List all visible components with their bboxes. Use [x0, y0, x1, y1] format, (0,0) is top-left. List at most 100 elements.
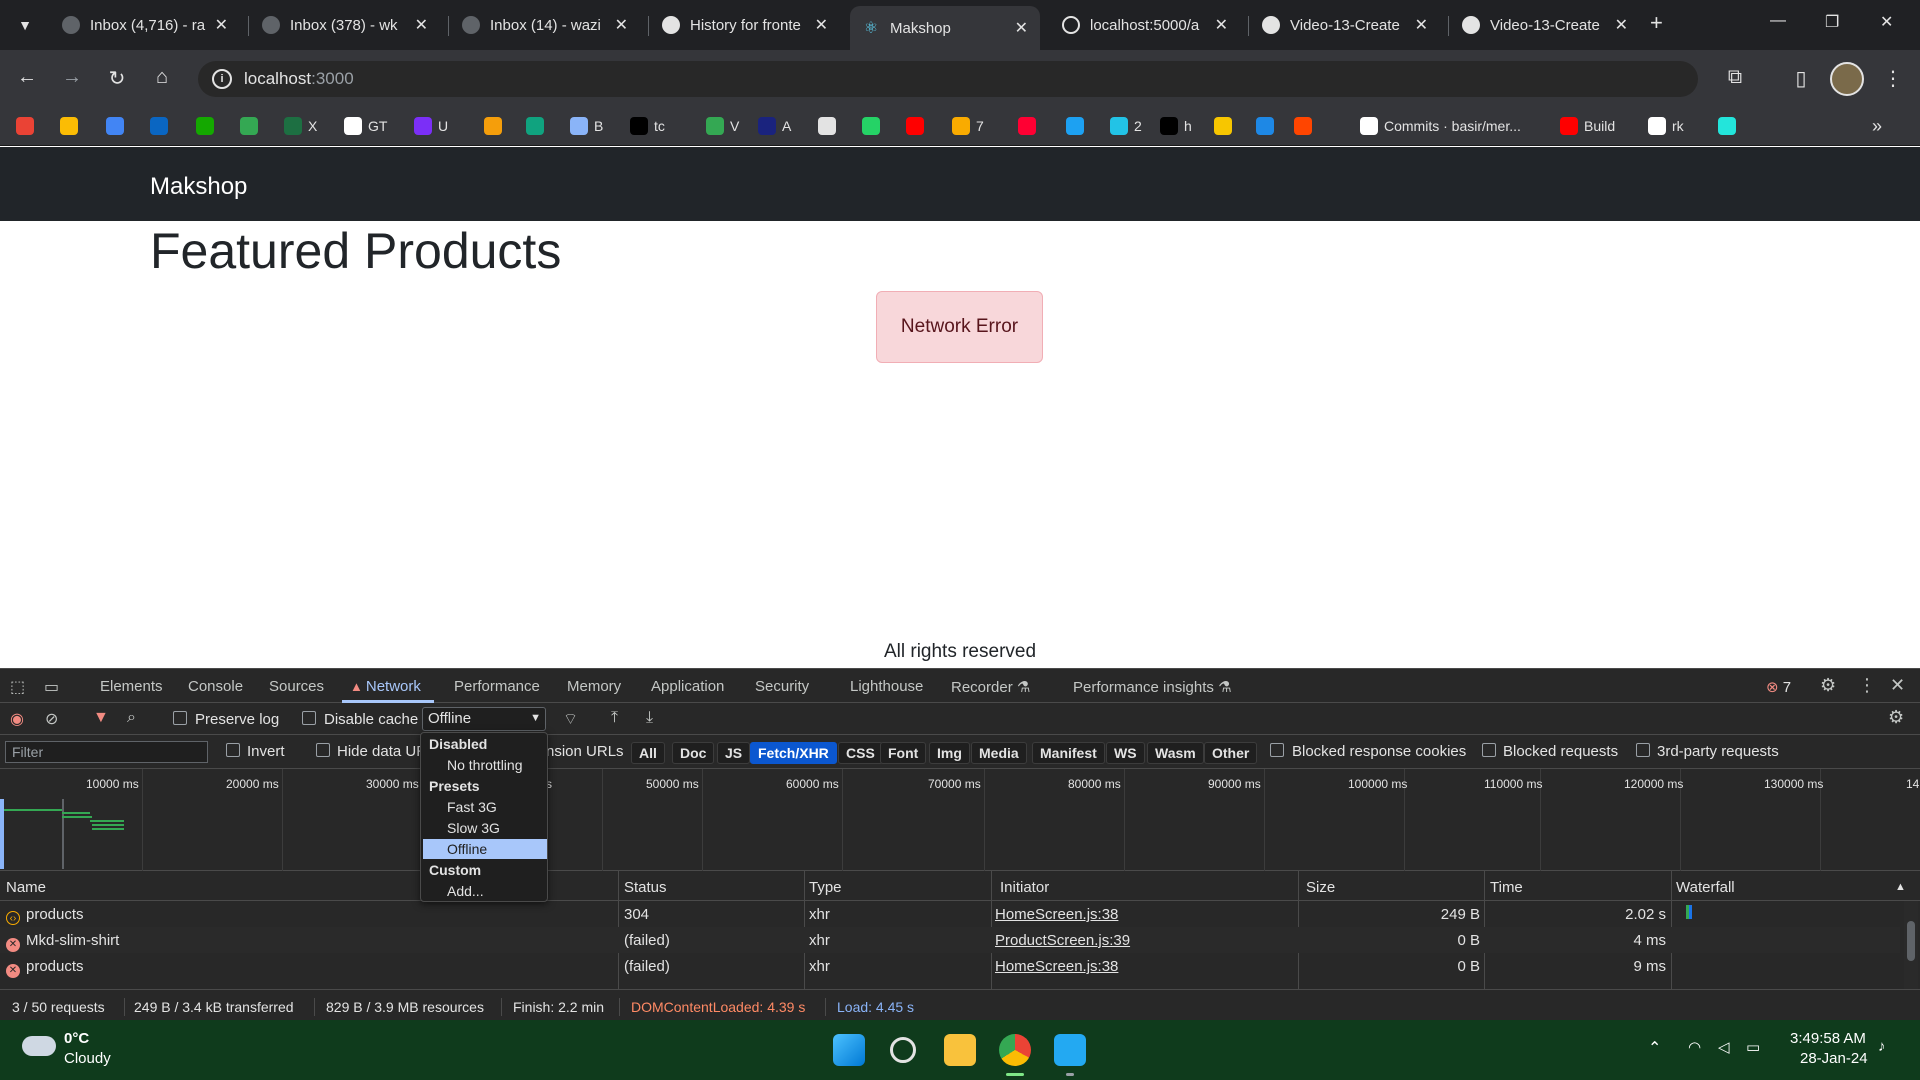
chip-font[interactable]: Font — [880, 742, 927, 764]
search-icon[interactable]: ⌕ — [127, 709, 136, 727]
bookmark-item[interactable] — [16, 116, 40, 136]
chip-all[interactable]: All — [631, 742, 665, 764]
home-icon[interactable]: ⌂ — [149, 66, 175, 89]
bookmark-item[interactable]: h — [1160, 116, 1192, 136]
chrome-icon[interactable] — [999, 1034, 1031, 1066]
devtools-tab-console[interactable]: Console — [188, 678, 243, 695]
third-party-checkbox[interactable] — [1636, 743, 1650, 757]
close-icon[interactable]: ✕ — [215, 15, 228, 35]
bookmark-item[interactable] — [196, 116, 220, 136]
filter-funnel-icon[interactable]: ▼ — [93, 709, 109, 727]
devtools-tab-recorder[interactable]: Recorder ⚗ — [951, 678, 1030, 696]
tab-search-button[interactable]: ▼ — [10, 10, 40, 40]
devtools-close-icon[interactable]: ✕ — [1890, 675, 1905, 696]
preserve-log-checkbox[interactable] — [173, 711, 187, 725]
site-brand[interactable]: Makshop — [150, 173, 247, 201]
bookmark-item[interactable]: X — [284, 116, 317, 136]
speaker-icon[interactable]: ◁ — [1718, 1038, 1730, 1056]
reload-icon[interactable]: ↻ — [104, 66, 130, 91]
bookmark-item[interactable] — [862, 116, 886, 136]
chip-media[interactable]: Media — [971, 742, 1027, 764]
profile-avatar[interactable] — [1830, 62, 1864, 96]
menu-item-slow-3g[interactable]: Slow 3G — [447, 820, 500, 836]
bookmark-item[interactable] — [1718, 116, 1742, 136]
new-tab-button[interactable]: + — [1650, 10, 1663, 36]
tab-gmail-1[interactable]: Inbox (4,716) - ra ✕ — [50, 8, 240, 42]
show-hidden-icons-chevron-icon[interactable]: ⌃ — [1648, 1038, 1661, 1058]
menu-item-add[interactable]: Add... — [447, 883, 484, 899]
devtools-tab-application[interactable]: Application — [651, 678, 724, 695]
bookmark-item[interactable] — [1066, 116, 1090, 136]
bookmark-item[interactable]: tc — [630, 116, 665, 136]
site-info-icon[interactable]: i — [212, 69, 232, 89]
restore-icon[interactable]: ❐ — [1825, 12, 1839, 32]
blocked-requests-checkbox[interactable] — [1482, 743, 1496, 757]
windows-start-icon[interactable] — [833, 1034, 865, 1066]
vscode-icon[interactable] — [1054, 1034, 1086, 1066]
bookmark-item[interactable] — [1018, 116, 1042, 136]
device-toolbar-icon[interactable]: ▭ — [44, 677, 59, 697]
chip-js[interactable]: JS — [717, 742, 751, 764]
bookmarks-overflow-chevron-icon[interactable]: » — [1872, 116, 1882, 136]
request-row[interactable]: ‹› products 304 xhr HomeScreen.js:38 249 … — [0, 901, 1900, 927]
network-settings-gear-icon[interactable]: ⚙ — [1888, 707, 1904, 728]
devtools-menu-icon[interactable]: ⋮ — [1858, 675, 1876, 696]
request-row[interactable]: ✕ Mkd-slim-shirt (failed) xhr ProductScre… — [0, 927, 1900, 953]
battery-icon[interactable]: ▭ — [1746, 1038, 1760, 1056]
close-icon[interactable]: ✕ — [415, 15, 428, 35]
clock-date[interactable]: 28-Jan-24 — [1800, 1050, 1868, 1067]
devtools-tab-performance-insights[interactable]: Performance insights ⚗ — [1073, 678, 1232, 696]
request-initiator-link[interactable]: ProductScreen.js:39 — [995, 932, 1130, 949]
side-panel-icon[interactable]: ▯ — [1788, 66, 1814, 91]
hide-data-urls-checkbox[interactable] — [316, 743, 330, 757]
bookmark-item[interactable]: U — [414, 116, 448, 136]
devtools-tab-network[interactable]: ▲ Network — [350, 678, 421, 695]
clear-icon[interactable]: ⊘ — [45, 709, 58, 729]
request-initiator-link[interactable]: HomeScreen.js:38 — [995, 906, 1118, 923]
notification-bell-icon[interactable]: ♪ — [1878, 1038, 1886, 1055]
chip-doc[interactable]: Doc — [672, 742, 715, 764]
cloud-icon[interactable] — [22, 1036, 56, 1056]
bookmark-item[interactable] — [526, 116, 550, 136]
chip-manifest[interactable]: Manifest — [1032, 742, 1105, 764]
extensions-icon[interactable]: ⧉ — [1722, 66, 1748, 89]
column-header-time[interactable]: Time — [1490, 879, 1523, 896]
chip-css[interactable]: CSS — [838, 742, 883, 764]
back-icon[interactable]: ← — [14, 66, 40, 89]
bookmark-item[interactable]: V — [706, 116, 739, 136]
chip-ws[interactable]: WS — [1106, 742, 1145, 764]
close-icon[interactable]: ✕ — [1215, 15, 1228, 35]
bookmark-item[interactable]: Build — [1560, 116, 1615, 136]
request-initiator-link[interactable]: HomeScreen.js:38 — [995, 958, 1118, 975]
bookmark-item[interactable] — [240, 116, 264, 136]
wifi-icon[interactable]: ◠ — [1688, 1038, 1701, 1056]
export-har-icon[interactable]: ⤓ — [646, 709, 653, 727]
bookmark-item[interactable] — [106, 116, 130, 136]
sort-ascending-icon[interactable]: ▲ — [1895, 881, 1906, 893]
bookmark-item[interactable] — [1294, 116, 1318, 136]
scrollbar-thumb[interactable] — [1907, 921, 1915, 961]
bookmark-item[interactable]: Commits · basir/mer... — [1360, 116, 1521, 136]
close-icon[interactable]: ✕ — [1015, 18, 1028, 38]
requests-scrollbar[interactable] — [1904, 901, 1918, 989]
bookmark-item[interactable] — [60, 116, 84, 136]
bookmark-item[interactable]: B — [570, 116, 603, 136]
chip-other[interactable]: Other — [1204, 742, 1258, 764]
clock-time[interactable]: 3:49:58 AM — [1790, 1030, 1866, 1047]
column-header-status[interactable]: Status — [624, 879, 667, 896]
bookmark-item[interactable] — [906, 116, 930, 136]
network-overview-timeline[interactable]: 10000 ms 20000 ms 30000 ms s 50000 ms 60000 m… — [0, 769, 1920, 871]
devtools-tab-elements[interactable]: Elements — [100, 678, 163, 695]
bookmark-item[interactable]: 7 — [952, 116, 984, 136]
column-header-name[interactable]: Name — [6, 879, 46, 896]
devtools-tab-security[interactable]: Security — [755, 678, 809, 695]
bookmark-item[interactable] — [818, 116, 842, 136]
tab-makshop[interactable]: ⚛ Makshop ✕ — [850, 6, 1040, 50]
bookmark-item[interactable]: rk — [1648, 116, 1684, 136]
import-har-icon[interactable]: ⤒ — [611, 709, 618, 727]
column-header-waterfall[interactable]: Waterfall — [1676, 879, 1735, 896]
error-counter[interactable]: ⊗ 7 — [1766, 678, 1791, 696]
chip-img[interactable]: Img — [929, 742, 970, 764]
window-close-icon[interactable]: ✕ — [1880, 12, 1893, 32]
inspect-element-icon[interactable]: ⬚ — [10, 677, 25, 697]
